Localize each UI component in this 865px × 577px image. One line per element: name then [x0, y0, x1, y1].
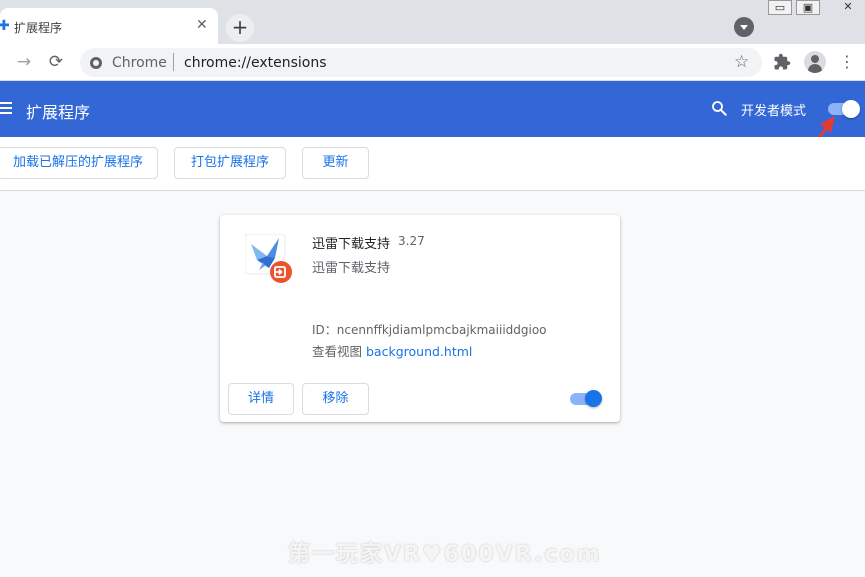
- update-button[interactable]: 更新: [302, 147, 369, 179]
- load-unpacked-button[interactable]: 加载已解压的扩展程序: [0, 147, 158, 179]
- puzzle-favicon-icon: ✚: [0, 18, 10, 34]
- page-title: 扩展程序: [26, 103, 91, 122]
- extension-id: ID：ncennffkjdiamlpmcbajkmaiiiddgioo: [312, 323, 547, 337]
- close-window-button[interactable]: ✕: [836, 0, 860, 15]
- tab-close-icon[interactable]: ✕: [196, 17, 208, 33]
- reload-icon[interactable]: ⟳: [45, 51, 67, 73]
- inspect-views: 查看视图 background.html: [312, 341, 472, 360]
- watermark: 第一玩家VR♥600VR.com: [288, 542, 602, 567]
- remove-button[interactable]: 移除: [302, 383, 369, 415]
- developer-mode-toggle-knob: [842, 100, 860, 118]
- omnibox-site-label: Chrome: [112, 55, 167, 71]
- omnibox-divider: [173, 53, 174, 71]
- inspect-views-label: 查看视图: [312, 344, 363, 359]
- extension-card: 迅雷下载支持 3.27 迅雷下载支持 ID：ncennffkjdiamlpmcb…: [220, 215, 620, 422]
- tab-extensions[interactable]: ✚ 扩展程序 ✕: [0, 8, 218, 44]
- extension-name: 迅雷下载支持: [312, 237, 391, 252]
- address-bar[interactable]: Chrome chrome://extensions ☆: [80, 48, 762, 77]
- extension-description: 迅雷下载支持: [312, 261, 391, 276]
- maximize-button[interactable]: ▣: [796, 0, 820, 15]
- thunder-bird-extension-icon: [245, 234, 292, 283]
- menu-hamburger-icon[interactable]: [0, 102, 12, 114]
- omnibox-url[interactable]: chrome://extensions: [184, 55, 327, 71]
- forward-arrow-icon[interactable]: →: [13, 51, 35, 73]
- profile-avatar-icon[interactable]: [804, 51, 826, 73]
- search-icon[interactable]: [710, 99, 728, 117]
- extension-enable-toggle[interactable]: [568, 390, 602, 407]
- kebab-menu-icon[interactable]: ⋮: [836, 51, 858, 73]
- maximize-icon: ▣: [802, 1, 814, 14]
- extensions-puzzle-icon[interactable]: [773, 53, 791, 71]
- minimize-icon: ▭: [774, 1, 786, 14]
- extension-version: 3.27: [398, 234, 425, 248]
- browser-toolbar: → ⟳ Chrome chrome://extensions ☆ ⋮: [0, 44, 865, 81]
- pack-extension-button[interactable]: 打包扩展程序: [174, 147, 286, 179]
- new-tab-button[interactable]: +: [226, 14, 254, 42]
- tab-strip: ✚ 扩展程序 ✕ + ▭ ▣ ✕: [0, 0, 865, 44]
- close-icon: ✕: [843, 0, 853, 13]
- tab-search-icon[interactable]: [734, 17, 754, 37]
- extension-toggle-knob: [585, 390, 602, 407]
- extensions-header: 扩展程序 开发者模式: [0, 81, 865, 137]
- tab-title: 扩展程序: [14, 21, 63, 35]
- chrome-site-icon: [90, 57, 102, 69]
- background-page-link[interactable]: background.html: [366, 344, 472, 359]
- details-button[interactable]: 详情: [228, 383, 294, 415]
- extensions-action-bar: 加载已解压的扩展程序 打包扩展程序 更新: [0, 137, 865, 191]
- window-controls: ▭ ▣ ✕: [768, 0, 865, 16]
- minimize-button[interactable]: ▭: [768, 0, 792, 15]
- bookmark-star-icon[interactable]: ☆: [734, 52, 749, 72]
